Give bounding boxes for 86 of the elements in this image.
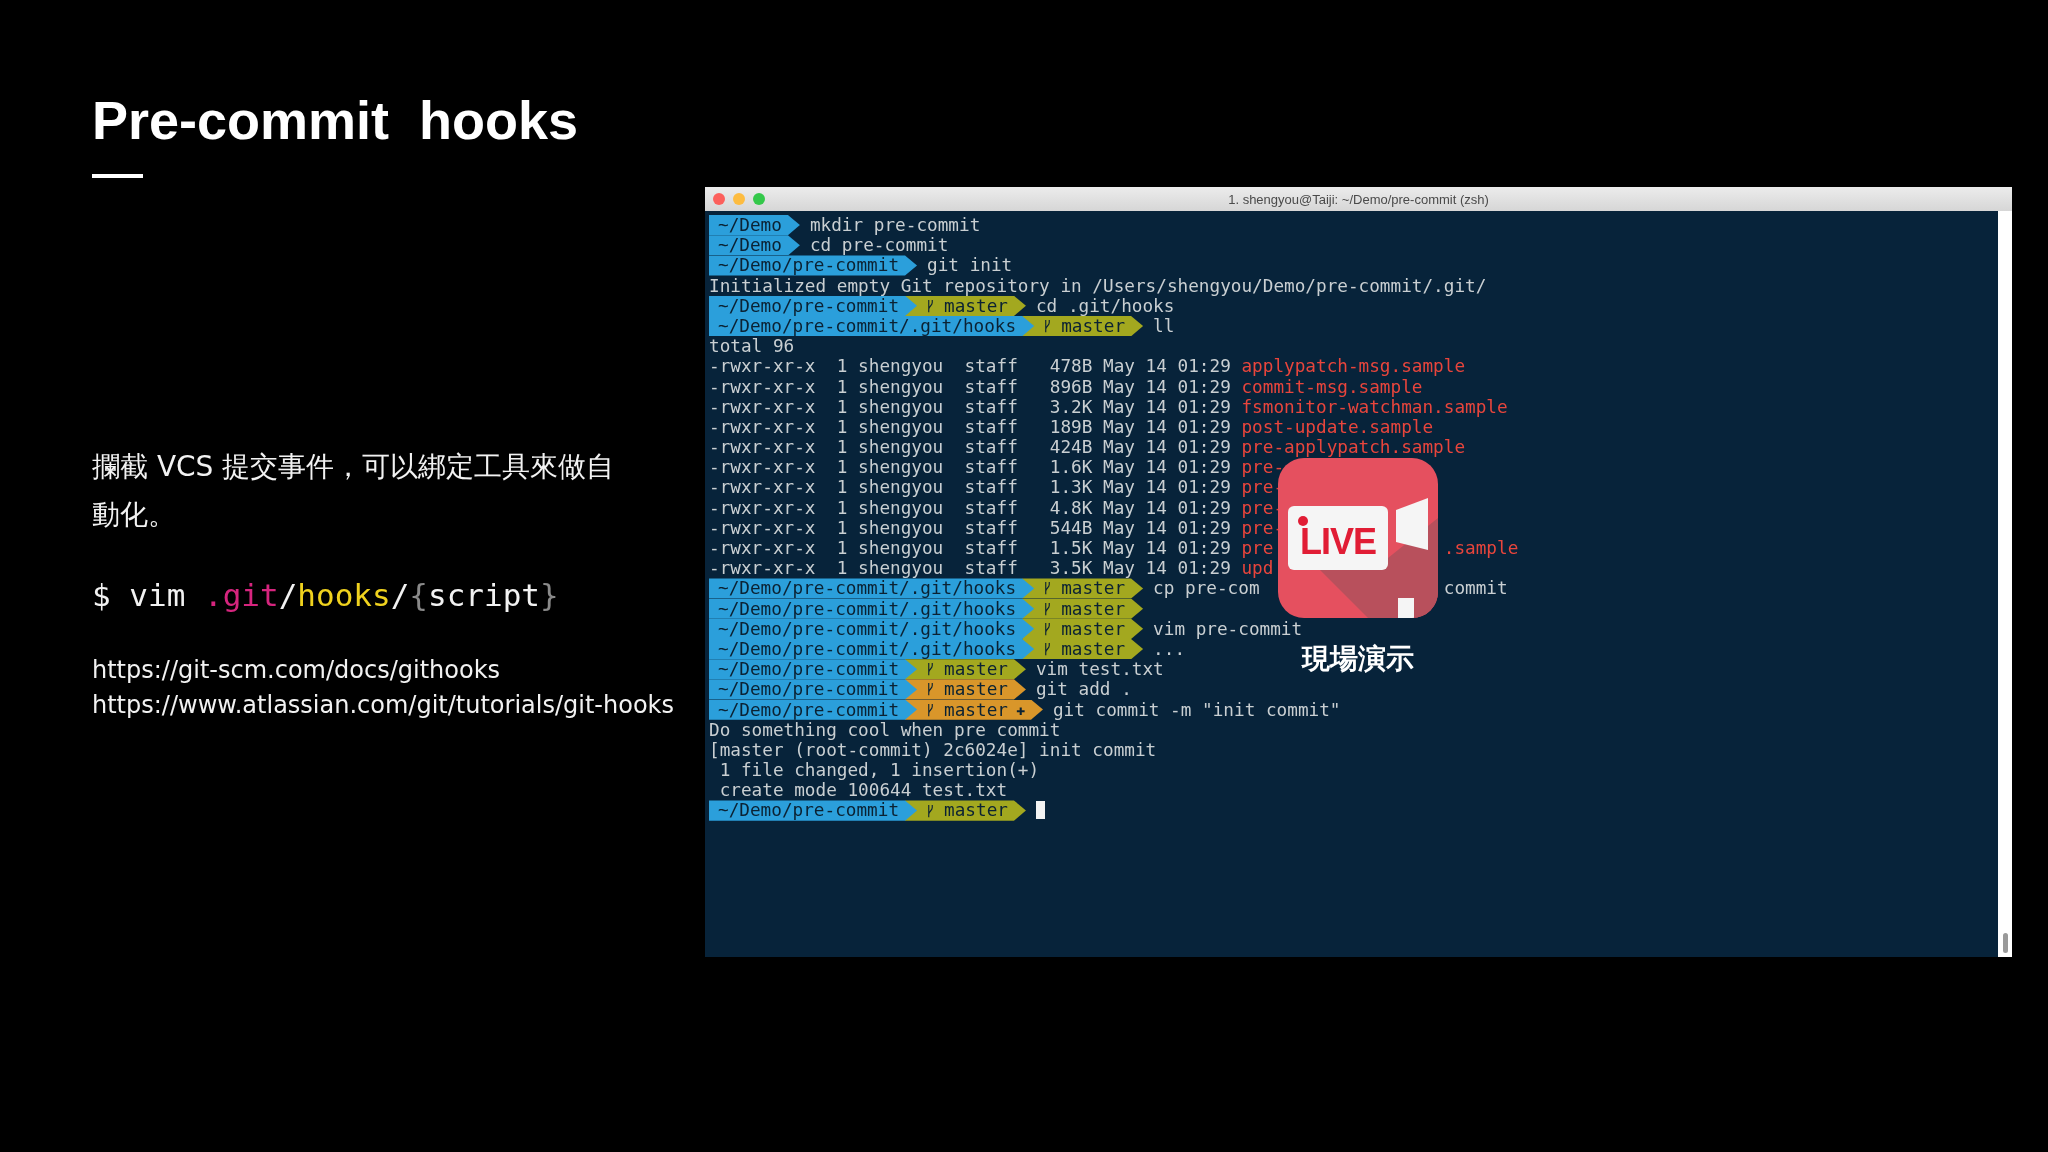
- shell-command: ...: [1153, 638, 1186, 660]
- shell-command: ll: [1153, 315, 1175, 337]
- shell-command: vim pre-commit: [1153, 618, 1303, 639]
- shell-command: mkdir pre-commit: [809, 215, 981, 236]
- file-name: pre-: [1241, 457, 1285, 478]
- file-name: commit-msg.sample: [1241, 376, 1423, 397]
- terminal-output: create mode 100644 test.txt: [718, 780, 1008, 801]
- file-name: .sample: [1443, 538, 1519, 559]
- shell-command: vim test.txt: [1035, 659, 1164, 680]
- file-name: applypatch-msg.sample: [1241, 356, 1466, 377]
- file-listing: -rwxr-xr-x 1 shengyou staff 478B May 14 01:29: [709, 356, 1231, 377]
- branch-name: master: [944, 800, 1008, 821]
- branch-name: master: [1061, 315, 1126, 337]
- prompt-path: ~/Demo: [709, 215, 800, 236]
- file-name: pre-: [1241, 517, 1285, 538]
- file-name: fsmonitor-watchman.sample: [1241, 396, 1508, 417]
- shell-command: git commit -m "init commit": [1052, 699, 1341, 720]
- file-listing: -rwxr-xr-x 1 shengyou staff 1.5K May 14 01:29: [709, 538, 1231, 559]
- file-listing: -rwxr-xr-x 1 shengyou staff 4.8K May 14 01:29: [709, 497, 1231, 518]
- file-listing: -rwxr-xr-x 1 shengyou staff 1.3K May 14 01:29: [709, 477, 1231, 498]
- shell-command: git add .: [1035, 679, 1132, 700]
- shell-command: cd pre-commit: [809, 235, 949, 256]
- terminal-output: Initialized empty Git repository in /Users/shengyou/Demo/pre-commit/.git/: [709, 275, 1487, 296]
- prompt-path: ~/Demo/pre-commit: [709, 659, 918, 680]
- branch-icon: [927, 297, 935, 314]
- branch-icon: [927, 701, 935, 718]
- minimize-button[interactable]: [733, 193, 745, 205]
- branch-icon: [1044, 318, 1052, 335]
- file-listing: -rwxr-xr-x 1 shengyou staff 189B May 14 01:29: [709, 416, 1231, 438]
- prompt-path: ~/Demo/pre-commit: [709, 255, 918, 276]
- scrollbar[interactable]: [1998, 211, 2012, 957]
- prompt-path: ~/Demo/pre-commit/.git/hooks: [709, 618, 1035, 639]
- branch-icon: [927, 802, 935, 819]
- file-name: post-update.sample: [1241, 416, 1434, 438]
- camera-lens-icon: [1396, 498, 1428, 550]
- prompt-path: ~/Demo/pre-commit/.git/hooks: [709, 578, 1035, 599]
- prompt-path: ~/Demo/pre-commit: [709, 679, 918, 700]
- reference-link[interactable]: https://git-scm.com/docs/githooks: [92, 653, 705, 688]
- reference-link[interactable]: https://www.atlassian.com/git/tutorials/git-hooks: [92, 688, 705, 723]
- staged-mark: ✚: [1015, 699, 1025, 720]
- prompt-path: ~/Demo: [709, 235, 800, 256]
- terminal-output: 1 file changed, 1 insertion(+): [718, 760, 1040, 781]
- file-name: pre: [1241, 538, 1274, 559]
- file-name: pre-applypatch.sample: [1241, 437, 1466, 458]
- branch-icon: [1044, 641, 1052, 658]
- live-label: LIVE: [1288, 506, 1388, 570]
- shell-command: commit: [1443, 578, 1508, 599]
- file-name: upd: [1241, 558, 1274, 579]
- branch-name: master: [1061, 598, 1126, 619]
- command-line: $ vim .git/hooks/{script}: [92, 577, 560, 613]
- branch-name: master: [944, 295, 1008, 316]
- file-name: pre-: [1241, 477, 1285, 498]
- branch-name: master: [944, 699, 1008, 720]
- zoom-button[interactable]: [753, 193, 765, 205]
- branch-icon: [927, 661, 935, 678]
- branch-name: master: [1061, 578, 1126, 599]
- file-listing: -rwxr-xr-x 1 shengyou staff 896B May 14 01:29: [709, 376, 1231, 397]
- branch-name: master: [944, 679, 1008, 700]
- prompt-path: ~/Demo/pre-commit/.git/hooks: [709, 598, 1035, 619]
- file-listing: -rwxr-xr-x 1 shengyou staff 424B May 14 01:29: [709, 437, 1231, 458]
- shell-command: cd .git/hooks: [1035, 295, 1175, 316]
- file-name: pre-: [1241, 497, 1285, 518]
- branch-icon: [927, 681, 935, 698]
- branch-icon: [1044, 620, 1052, 637]
- file-listing: -rwxr-xr-x 1 shengyou staff 3.2K May 14 01:29: [709, 396, 1231, 417]
- branch-icon: [1044, 600, 1052, 617]
- prompt-path: ~/Demo/pre-commit: [709, 699, 918, 720]
- terminal-output: total 96: [709, 336, 795, 357]
- live-caption: 現場演示: [1302, 641, 1414, 677]
- description-text: 攔截 VCS 提交事件，可以綁定工具來做自動化。: [92, 449, 616, 533]
- prompt-path: ~/Demo/pre-commit: [709, 295, 918, 316]
- file-listing: -rwxr-xr-x 1 shengyou staff 544B May 14 01:29: [709, 517, 1231, 538]
- terminal-output: [master (root-commit) 2c6024e] init commit: [709, 739, 1157, 761]
- branch-name: master: [1061, 638, 1126, 660]
- terminal-output: Do something cool when pre commit: [709, 719, 1061, 740]
- file-listing: -rwxr-xr-x 1 shengyou staff 3.5K May 14 01:29: [709, 558, 1231, 579]
- branch-icon: [1044, 580, 1052, 597]
- branch-name: master: [944, 659, 1008, 680]
- window-title: 1. shengyou@Taiji: ~/Demo/pre-commit (zsh): [1228, 191, 1489, 207]
- prompt-path: ~/Demo/pre-commit: [709, 800, 918, 821]
- slide-title: Pre-commit hooks: [92, 89, 580, 152]
- shell-command: git init: [927, 255, 1013, 276]
- branch-name: master: [1061, 618, 1126, 639]
- shell-command: cp pre-com: [1153, 578, 1260, 599]
- close-button[interactable]: [713, 193, 725, 205]
- file-listing: -rwxr-xr-x 1 shengyou staff 1.6K May 14 01:29: [709, 457, 1231, 478]
